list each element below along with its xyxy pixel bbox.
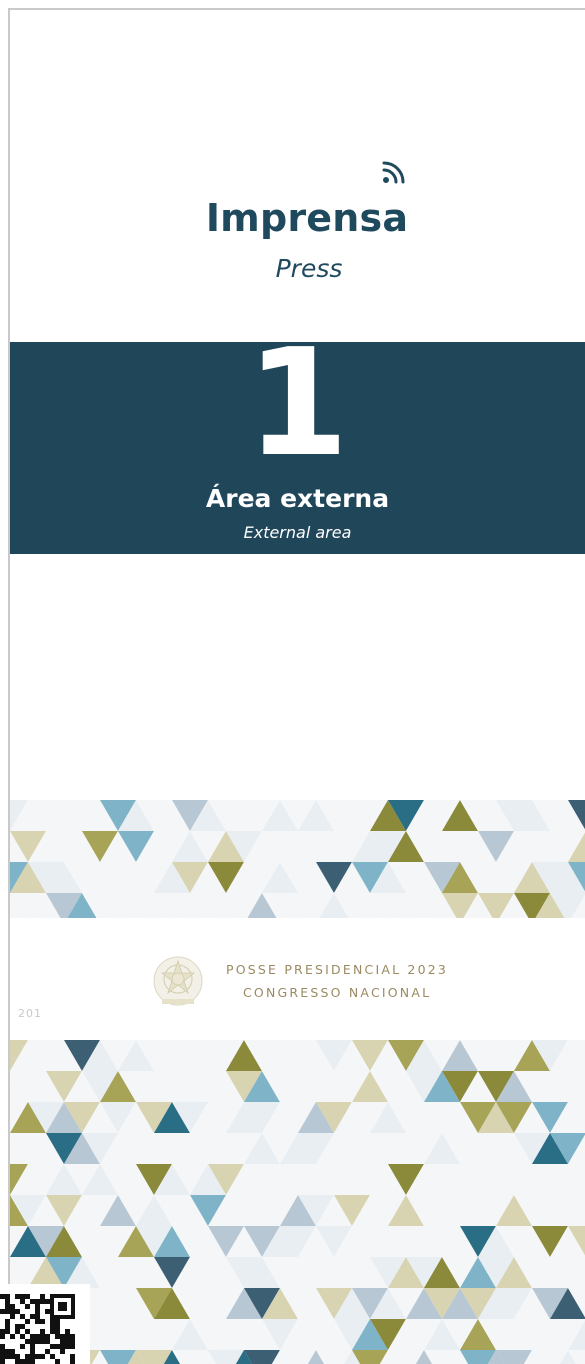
page-subtitle: Press (275, 254, 343, 283)
area-number: 1 (246, 317, 349, 489)
qr-code (0, 1284, 90, 1364)
area-title: Área externa (205, 484, 390, 513)
page-number: 201 (18, 1007, 42, 1020)
area-band: 1 Área externa External area (10, 328, 585, 554)
event-title: POSSE PRESIDENCIAL 2023 (226, 962, 449, 977)
rss-icon (382, 161, 405, 184)
area-subtitle: External area (243, 523, 352, 542)
triangle-pattern-bottom (10, 1040, 585, 1364)
page-frame-top (8, 8, 585, 10)
triangle-pattern-top (10, 800, 585, 918)
event-subtitle: CONGRESSO NACIONAL (243, 985, 432, 1000)
brazil-coat-of-arms-emblem (153, 956, 203, 1006)
page-title: Imprensa (205, 196, 409, 240)
